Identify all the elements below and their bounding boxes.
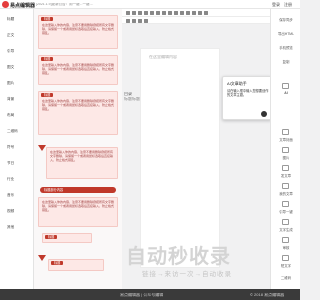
guide-button[interactable]: 引导一键 [271, 209, 301, 214]
top-bar: 易点编辑器 [2021.1.9]更新公告：用一键...一键.... 登录 注册 [0, 0, 300, 9]
logo-icon [2, 1, 9, 8]
format-icon[interactable] [204, 10, 208, 15]
clear-format-icon[interactable] [144, 18, 148, 23]
sidebar-item-guide[interactable]: 引导 [7, 49, 14, 54]
editor-toolbar [122, 9, 270, 17]
bird-ornament-icon [38, 145, 46, 151]
template-body: 在这里输入你的内容，注意不要用删除键把所有文字删除，请保留一个或者用鼠标选取后直… [50, 150, 114, 163]
mobile-preview-button[interactable]: 手机预览 [271, 45, 301, 50]
template-card[interactable]: 标题 [48, 259, 104, 271]
sidebar-item-bg[interactable]: 背景 [7, 97, 14, 102]
underline-icon[interactable] [150, 10, 154, 15]
footer-right: © 2018 易点编辑器 [250, 293, 285, 297]
ai-assistant-popup: AI文章助手 请在输入框中输入您想要创作的文章主题。 [222, 76, 272, 120]
ai-icon[interactable] [282, 83, 289, 89]
toc-sub: 标题标题 [124, 97, 140, 101]
register-link[interactable]: 注册 [284, 2, 292, 8]
template-header: 标题 [41, 57, 54, 61]
toc-panel[interactable]: 目录 标题标题 [124, 92, 140, 102]
sidebar-item-title[interactable]: 标题 [7, 17, 14, 22]
line-height-icon[interactable] [132, 18, 136, 23]
my-articles-icon[interactable] [282, 183, 289, 189]
toc-label: 目录 [124, 92, 132, 96]
italic-icon[interactable] [144, 10, 148, 15]
sidebar-item-symbol[interactable]: 符号 [7, 145, 14, 150]
sidebar-item-industry[interactable]: 行业 [7, 177, 14, 182]
sync-save-button[interactable]: 保存同步 [271, 17, 301, 22]
template-body: 在这里输入你的内容，注意不要用删除键把所有文字删除，请保留一个或者用鼠标选取后直… [42, 63, 115, 76]
indent-icon[interactable] [138, 18, 142, 23]
watermark-title: 自动秒收录 [126, 246, 231, 268]
send-icon[interactable] [261, 111, 267, 117]
footer-left: 易点编辑器 | 公众号编辑 [120, 293, 164, 297]
template-header: 标题 [45, 235, 58, 239]
template-body: 在这里输入你的内容，注意不要用删除键把所有文字删除，请保留一个或者用鼠标选取后直… [42, 99, 115, 112]
list-icon[interactable] [180, 10, 184, 15]
template-card[interactable]: 标题 在这里输入你的内容，注意不要用删除键把所有文字删除，请保留一个或者用鼠标选… [38, 55, 118, 85]
template-card[interactable]: 标题 [42, 233, 92, 243]
template-card[interactable]: 标题 在这里输入你的内容，注意不要用删除键把所有文字删除，请保留一个或者用鼠标选… [38, 15, 118, 49]
bold-icon[interactable] [138, 10, 142, 15]
sidebar-item-qrcode[interactable]: 二维码 [7, 129, 18, 134]
template-highlight[interactable]: 标题部分内容 [40, 187, 116, 193]
footer: 易点编辑器 | 公众号编辑 © 2018 易点编辑器 [0, 289, 300, 300]
ai-popup-text: 请在输入框中输入您想要创作的文章主题。 [227, 89, 269, 97]
publish-button[interactable]: 发文章 [271, 173, 301, 178]
export-html-button[interactable]: 导出HTML [271, 31, 301, 36]
image-icon[interactable] [192, 10, 196, 15]
text-gen-icon[interactable] [282, 219, 289, 225]
sidebar-item-festival[interactable]: 节日 [7, 161, 14, 166]
sidebar-item-music[interactable]: 音乐 [7, 193, 14, 198]
publish-icon[interactable] [282, 165, 289, 171]
picture-icon[interactable] [282, 147, 289, 153]
ai-label: AI [284, 91, 288, 95]
template-header: 标题 [41, 17, 54, 21]
align-left-icon[interactable] [162, 10, 166, 15]
watermark-subtitle: 链接→来访一次→自动收录 [142, 271, 232, 278]
template-header: 标题 [41, 93, 54, 97]
template-card[interactable]: 标题 在这里输入你的内容，注意不要用删除键把所有文字删除，请保留一个或者用鼠标选… [38, 91, 118, 135]
update-tip[interactable]: [2021.1.9]更新公告：用一键...一键.... [36, 3, 106, 7]
link-icon[interactable] [186, 10, 190, 15]
my-articles-button[interactable]: 我的文章 [271, 191, 301, 196]
font-size-icon[interactable] [126, 18, 130, 23]
align-right-icon[interactable] [174, 10, 178, 15]
template-card[interactable]: 在这里输入你的内容，注意不要用删除键把所有文字删除，请保留一个或者用鼠标选取后直… [38, 197, 118, 227]
template-body: 在这里输入你的内容，注意不要用删除键把所有文字删除，请保留一个或者用鼠标选取后直… [42, 200, 115, 213]
template-header: 标题 [51, 261, 64, 265]
undo-icon[interactable] [126, 10, 130, 15]
bird-ornament-icon [38, 255, 46, 261]
text-gen-button[interactable]: 文字生成 [271, 227, 301, 232]
ai-popup-title: AI文章助手 [227, 81, 247, 86]
editor-toolbar-row2 [122, 17, 270, 24]
sidebar-item-other[interactable]: 其他 [7, 225, 14, 230]
picture-button[interactable]: 图片 [271, 155, 301, 160]
left-sidebar: 标题 正文 引导 图文 图片 背景 布局 二维码 符号 节日 行业 音乐 视频 … [0, 9, 34, 289]
template-list: 标题 在这里输入你的内容，注意不要用删除键把所有文字删除，请保留一个或者用鼠标选… [34, 9, 122, 289]
watermark: 自动秒收录 链接→来访一次→自动收录 [126, 240, 286, 280]
table-icon[interactable] [198, 10, 202, 15]
sidebar-item-body[interactable]: 正文 [7, 33, 14, 38]
sidebar-item-image[interactable]: 图片 [7, 81, 14, 86]
sidebar-item-layout[interactable]: 布局 [7, 113, 14, 118]
redo-icon[interactable] [132, 10, 136, 15]
editor-placeholder: 在这里编辑内容 [149, 55, 177, 59]
template-card[interactable]: 在这里输入你的内容，注意不要用删除键把所有文字删除，请保留一个或者用鼠标选取后直… [46, 147, 118, 179]
copy-button[interactable]: 复制 [271, 59, 301, 64]
sidebar-item-imagetext[interactable]: 图文 [7, 65, 14, 70]
guide-icon[interactable] [282, 201, 289, 207]
align-center-icon[interactable] [168, 10, 172, 15]
login-link[interactable]: 登录 [272, 2, 280, 8]
cover-icon[interactable] [282, 129, 289, 135]
editor-document[interactable]: 在这里编辑内容 [140, 48, 220, 268]
template-body: 在这里输入你的内容，注意不要用删除键把所有文字删除，请保留一个或者用鼠标选取后直… [42, 23, 115, 36]
color-icon[interactable] [156, 10, 160, 15]
app-name: 易点编辑器 [10, 3, 36, 9]
sidebar-item-video[interactable]: 视频 [7, 209, 14, 214]
cover-button[interactable]: 文章封面 [271, 137, 301, 142]
